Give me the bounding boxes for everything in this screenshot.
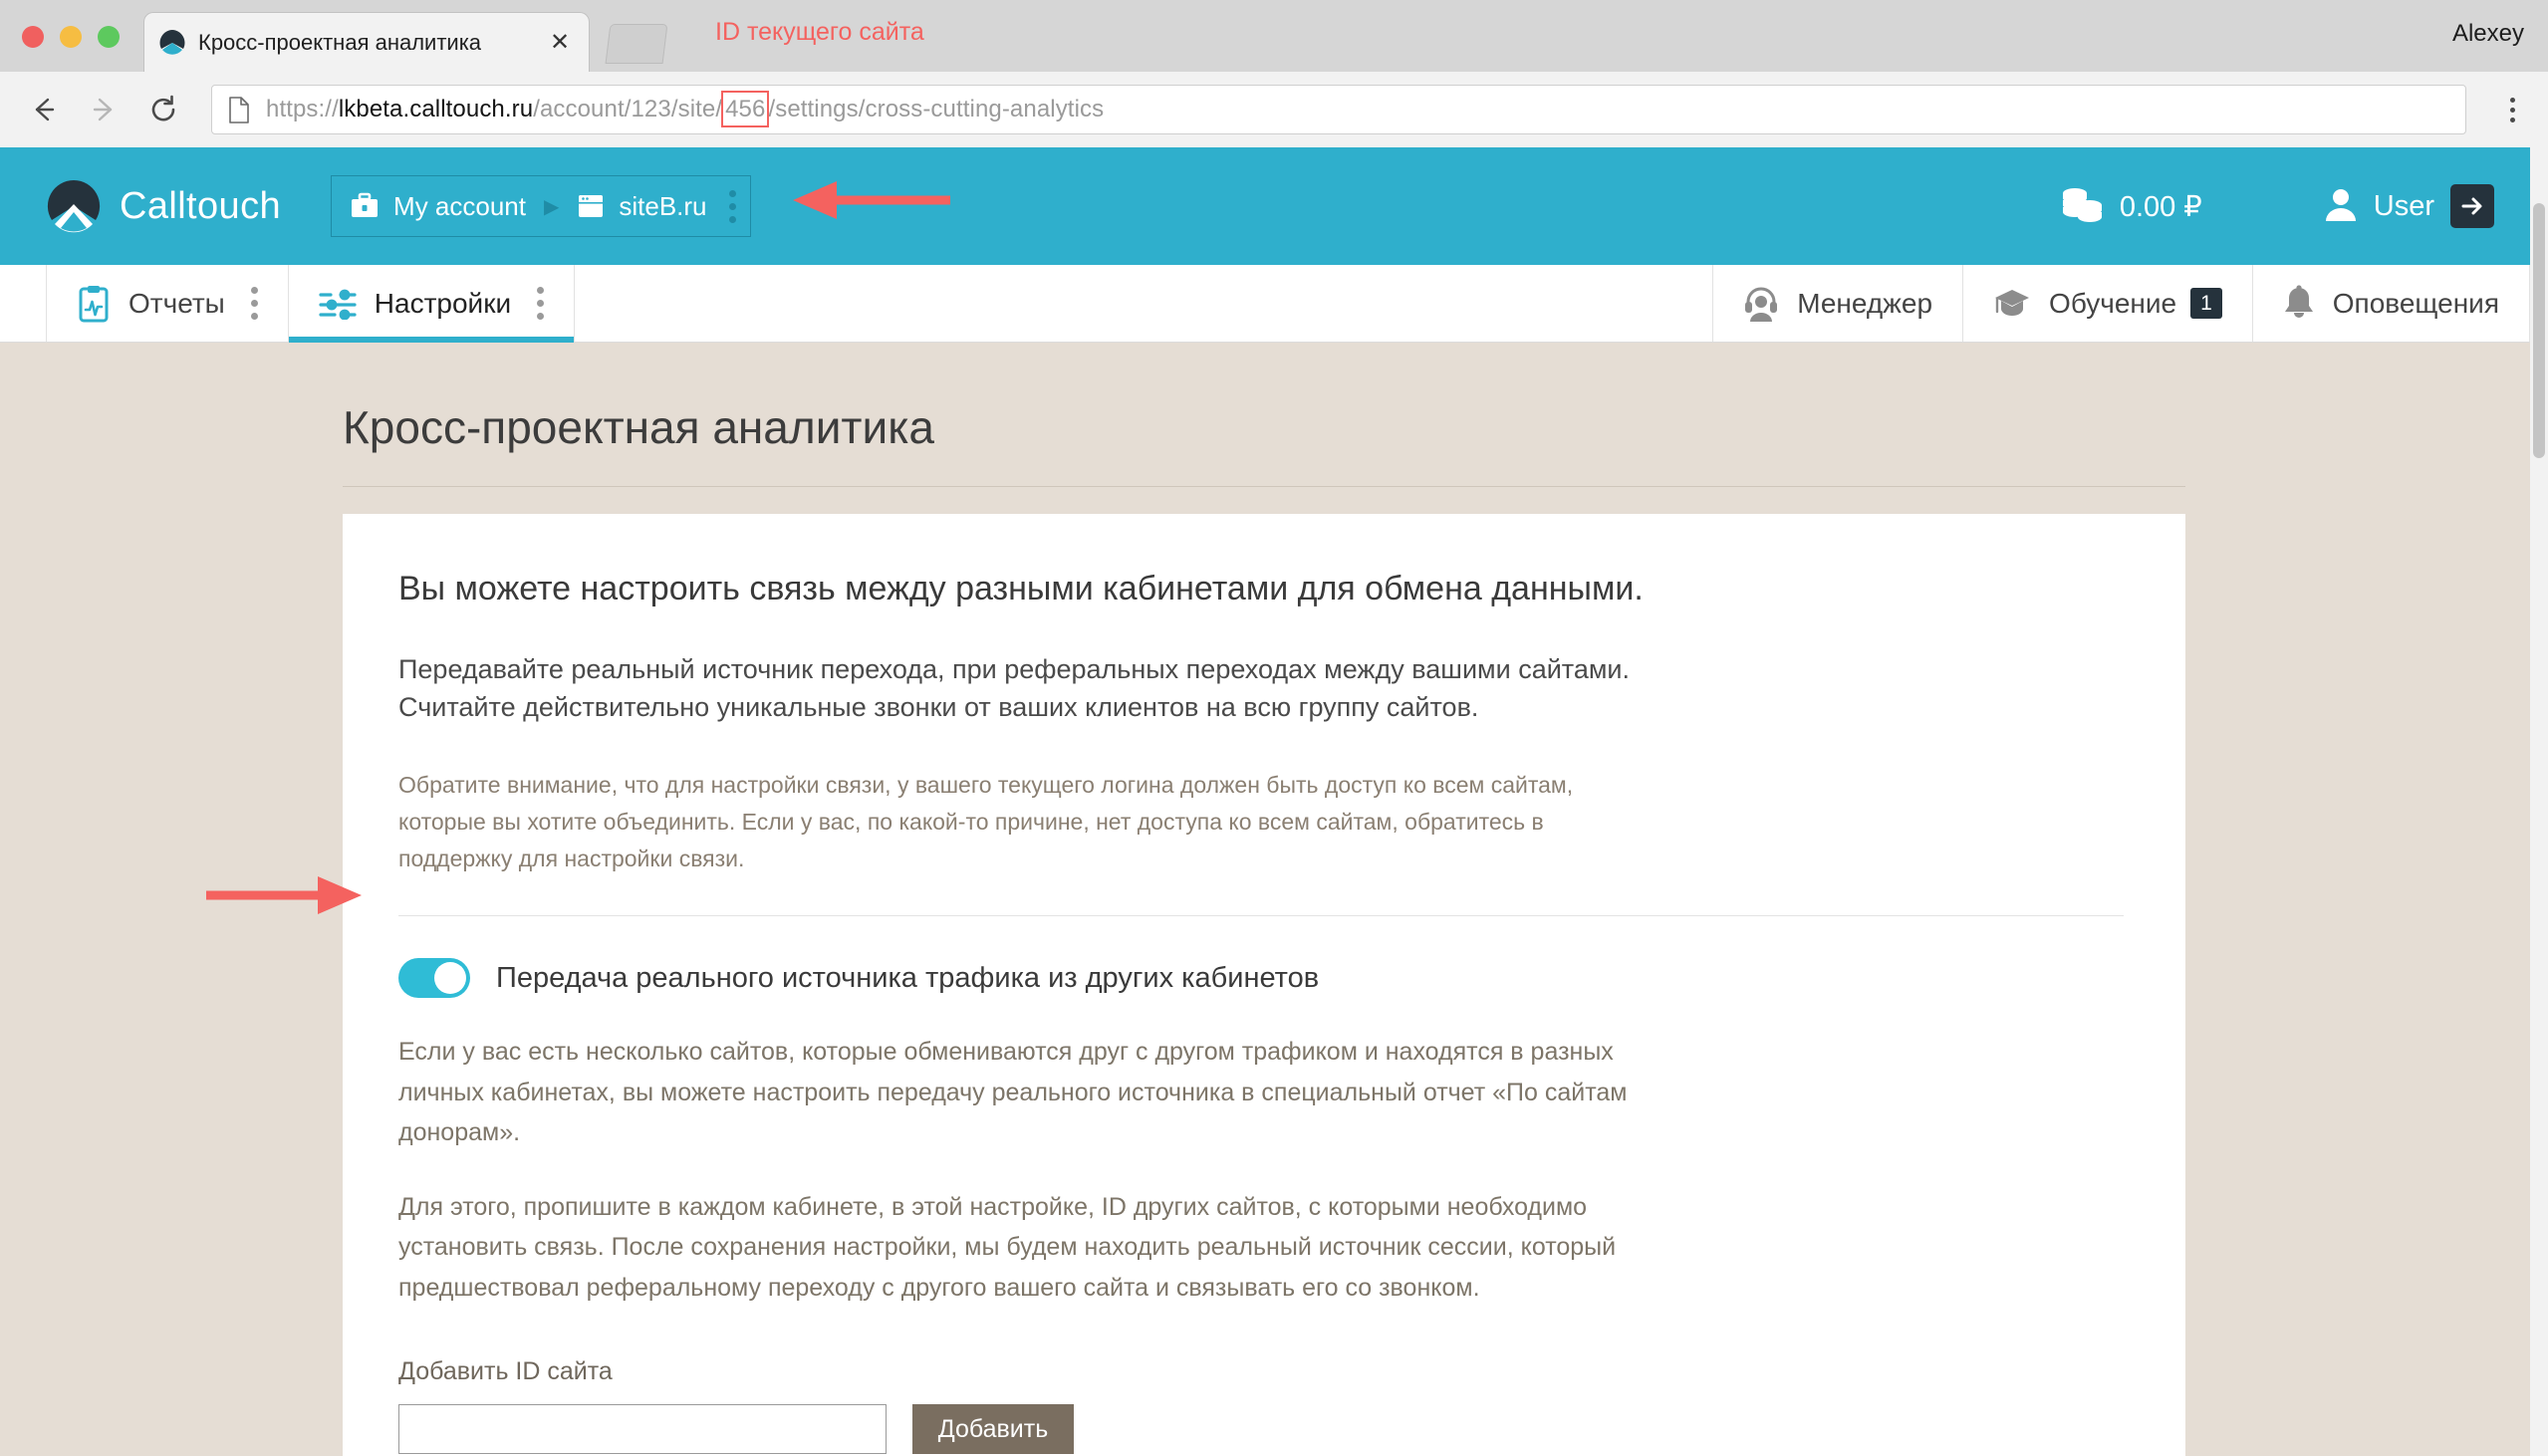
page-scrollbar[interactable] <box>2530 147 2548 1456</box>
user-menu[interactable]: User <box>2322 184 2494 228</box>
page-info-icon[interactable] <box>228 96 250 123</box>
main-navigation: Отчеты Настройки Менеджер Обучение 1 Опо… <box>0 265 2530 343</box>
browser-profile-name[interactable]: Alexey <box>2452 20 2524 48</box>
navbar-right-group: Менеджер Обучение 1 Оповещения <box>1712 265 2530 342</box>
account-balance[interactable]: 0.00 ₽ <box>2060 185 2202 228</box>
card-lead-text: Передавайте реальный источник перехода, … <box>398 650 2126 727</box>
page-scrollbar-thumb[interactable] <box>2533 203 2545 458</box>
browser-tab-title: Кросс-проектная аналитика <box>198 29 482 55</box>
training-badge-count: 1 <box>2190 287 2222 320</box>
calltouch-favicon-icon <box>158 29 186 57</box>
headset-icon <box>1743 285 1779 323</box>
add-site-id-input[interactable] <box>398 1404 887 1455</box>
add-site-id-button[interactable]: Добавить <box>912 1404 1074 1455</box>
card-note: Обратите внимание, что для настройки свя… <box>398 771 1574 872</box>
tab-training[interactable]: Обучение 1 <box>1963 265 2253 342</box>
breadcrumb-site[interactable]: siteB.ru <box>577 190 707 222</box>
coins-icon <box>2060 185 2104 228</box>
new-tab-button[interactable] <box>605 24 668 64</box>
close-window-button[interactable] <box>22 26 44 48</box>
close-tab-button[interactable]: ✕ <box>545 30 575 55</box>
calltouch-logo-icon <box>46 178 102 234</box>
graduation-cap-icon <box>1993 287 2031 321</box>
logout-button[interactable] <box>2450 184 2494 228</box>
tab-manager[interactable]: Менеджер <box>1712 265 1964 342</box>
sliders-icon <box>319 288 357 320</box>
url-site-id-highlight: 456 <box>721 91 770 127</box>
tab-notifications-label: Оповещения <box>2332 287 2499 319</box>
title-divider <box>343 486 2185 487</box>
page-title: Кросс-проектная аналитика <box>343 401 934 453</box>
add-site-id-label: Добавить ID сайта <box>398 1357 613 1386</box>
breadcrumb-account-label: My account <box>393 190 526 221</box>
window-controls[interactable] <box>22 26 120 48</box>
header-right-group: 0.00 ₽ User <box>2060 184 2494 228</box>
browser-tabstrip: Кросс-проектная аналитика ✕ ID текущего … <box>0 0 2548 72</box>
tab-reports[interactable]: Отчеты <box>46 265 289 342</box>
breadcrumb-separator-icon: ▶ <box>543 195 560 218</box>
browser-chrome: Кросс-проектная аналитика ✕ ID текущего … <box>0 0 2548 147</box>
breadcrumb-site-label: siteB.ru <box>619 190 707 221</box>
tab-settings-label: Настройки <box>374 287 512 319</box>
annotation-url-id-label: ID текущего сайта <box>715 18 924 46</box>
url-address-bar[interactable]: https://lkbeta.calltouch.ru/account/123/… <box>211 85 2466 134</box>
breadcrumb-account[interactable]: My account <box>350 191 526 222</box>
bell-icon <box>2283 284 2315 323</box>
tab-settings[interactable]: Настройки <box>288 265 576 343</box>
url-scheme: https:// <box>266 96 339 122</box>
tab-manager-label: Менеджер <box>1797 287 1933 319</box>
breadcrumb[interactable]: My account ▶ siteB.ru <box>331 175 751 237</box>
user-avatar-icon <box>2322 185 2360 228</box>
calltouch-logo-text: Calltouch <box>120 184 282 227</box>
forward-button[interactable] <box>82 88 126 131</box>
clipboard-chart-icon <box>77 285 111 323</box>
app-header: Calltouch My account ▶ siteB.ru 0.00 ₽ U… <box>0 147 2530 265</box>
card-paragraph-2: Для этого, пропишите в каждом кабинете, … <box>398 1192 1617 1302</box>
card-lead-line1: Передавайте реальный источник перехода, … <box>398 654 1631 684</box>
balance-amount: 0.00 ₽ <box>2119 190 2202 223</box>
add-site-id-row: Добавить <box>398 1404 2126 1455</box>
tab-notifications[interactable]: Оповещения <box>2253 265 2530 342</box>
url-host: lkbeta.calltouch.ru <box>338 96 534 122</box>
tab-reports-more-icon[interactable] <box>250 287 258 320</box>
browser-tab-active[interactable]: Кросс-проектная аналитика ✕ <box>143 12 590 72</box>
card-paragraph-1: Если у вас есть несколько сайтов, которы… <box>398 1038 1628 1147</box>
tab-training-label: Обучение <box>2049 287 2177 319</box>
back-button[interactable] <box>22 88 66 131</box>
url-text: https://lkbeta.calltouch.ru/account/123/… <box>266 91 1105 127</box>
traffic-source-toggle[interactable] <box>398 958 470 999</box>
reload-button[interactable] <box>141 88 185 131</box>
card-heading: Вы можете настроить связь между разными … <box>398 570 1644 607</box>
traffic-source-toggle-label: Передача реального источника трафика из … <box>496 961 1320 994</box>
url-path-after: /settings/cross-cutting-analytics <box>768 96 1105 122</box>
breadcrumb-more-menu-icon[interactable] <box>728 189 736 223</box>
browser-window-icon <box>577 192 605 220</box>
user-name-label: User <box>2373 189 2434 222</box>
settings-card: Вы можете настроить связь между разными … <box>343 514 2185 1456</box>
minimize-window-button[interactable] <box>60 26 82 48</box>
url-path-before: /account/123/site/ <box>533 96 723 122</box>
card-divider <box>398 915 2124 917</box>
browser-toolbar: https://lkbeta.calltouch.ru/account/123/… <box>0 72 2548 147</box>
traffic-source-toggle-row: Передача реального источника трафика из … <box>398 958 2126 999</box>
calltouch-logo[interactable]: Calltouch <box>46 178 281 234</box>
browser-menu-icon[interactable] <box>2494 97 2530 122</box>
tab-settings-more-icon[interactable] <box>537 287 545 320</box>
tab-reports-label: Отчеты <box>128 287 225 319</box>
page-body: Кросс-проектная аналитика Вы можете наст… <box>0 343 2530 1456</box>
toggle-knob <box>434 962 466 995</box>
briefcase-icon <box>350 192 380 220</box>
maximize-window-button[interactable] <box>98 26 120 48</box>
card-lead-line2: Считайте действительно уникальные звонки… <box>398 692 1479 723</box>
